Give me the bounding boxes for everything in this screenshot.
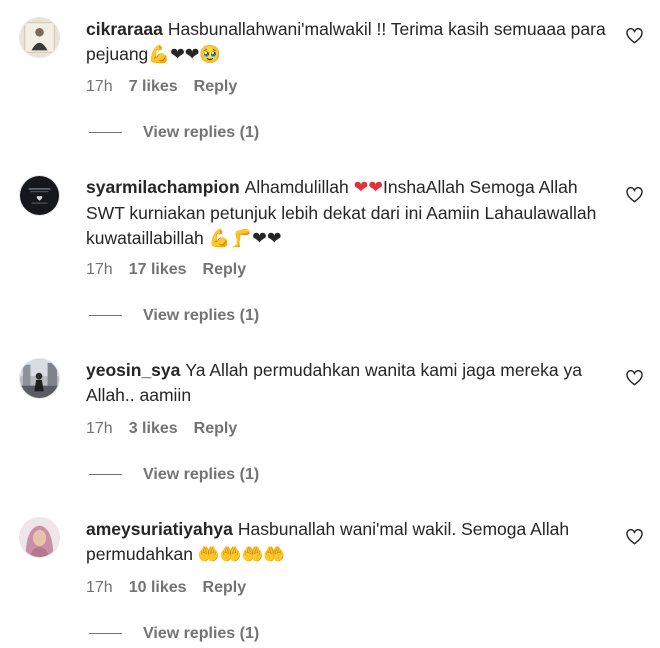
comment-likes[interactable]: 10 likes [129,579,187,596]
divider-line [89,315,122,317]
comment-emoji: ❤❤ [353,178,383,198]
comment-meta: 17h 7 likes Reply [86,77,237,97]
comment-likes[interactable]: 3 likes [129,420,178,437]
reply-button[interactable]: Reply [194,78,238,95]
comment-likes[interactable]: 7 likes [129,78,178,95]
heart-outline-icon [626,28,643,44]
profile-photo-icon [20,18,59,57]
comment-likes[interactable]: 17 likes [129,261,187,278]
reply-button[interactable]: Reply [203,261,247,278]
view-replies-button[interactable]: View replies (1) [89,123,259,143]
comment-body: yeosin_sya Ya Allah permudahkan wanita ka… [86,358,612,408]
heart-outline-icon [626,529,643,545]
comment-emoji: 💪❤❤🥹 [148,45,222,65]
divider-line [89,132,122,134]
comment-username[interactable]: yeosin_sya [86,360,180,380]
view-replies-label: View replies (1) [143,625,260,642]
like-button[interactable] [626,529,643,545]
view-replies-label: View replies (1) [143,307,260,324]
comment-body: ameysuriatiyahya Hasbunallah wani'mal wak… [86,517,612,568]
view-replies-label: View replies (1) [143,466,260,483]
comment-time[interactable]: 17h [86,579,113,596]
comment-meta: 17h 3 likes Reply [86,419,237,439]
comment-meta: 17h 10 likes Reply [86,578,246,598]
hijab-avatar-icon [20,518,59,557]
reply-button[interactable]: Reply [194,420,238,437]
like-button[interactable] [626,370,643,386]
comment-body: syarmilachampion Alhamdulillah ❤❤InshaAll… [86,175,612,252]
heart-outline-icon [626,370,643,386]
divider-line [89,633,122,635]
dark-logo-avatar-icon [20,176,59,215]
like-button[interactable] [626,28,643,44]
comment-body: cikraraaa Hasbunallahwani'malwakil !! Ter… [86,17,612,68]
comment-emoji: 🤲🤲🤲🤲 [197,545,286,565]
avatar[interactable] [19,517,60,558]
avatar[interactable] [19,17,60,58]
comment-time[interactable]: 17h [86,261,113,278]
reply-button[interactable]: Reply [203,579,247,596]
heart-outline-icon [626,187,643,203]
comment-text: Alhamdulillah [244,177,349,197]
comment-time[interactable]: 17h [86,420,113,437]
like-button[interactable] [626,187,643,203]
comment-username[interactable]: ameysuriatiyahya [86,519,233,539]
view-replies-button[interactable]: View replies (1) [89,465,259,485]
avatar[interactable] [19,175,60,216]
avatar[interactable] [19,358,60,399]
comment-username[interactable]: cikraraaa [86,19,163,39]
comment-meta: 17h 17 likes Reply [86,260,246,280]
divider-line [89,474,122,476]
view-replies-button[interactable]: View replies (1) [89,306,259,326]
view-replies-label: View replies (1) [143,124,260,141]
comment-time[interactable]: 17h [86,78,113,95]
comment-emoji: 💪🦵❤❤ [208,229,282,249]
view-replies-button[interactable]: View replies (1) [89,624,259,644]
comment-username[interactable]: syarmilachampion [86,177,240,197]
street-photo-avatar-icon [20,359,59,398]
